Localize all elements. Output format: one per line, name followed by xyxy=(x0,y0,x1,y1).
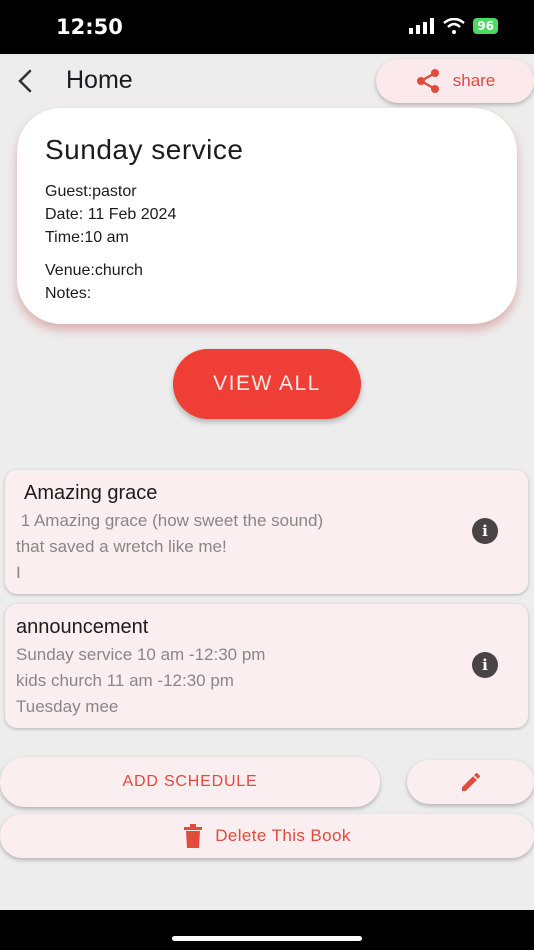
add-schedule-button[interactable]: ADD SCHEDULE xyxy=(0,757,380,807)
page-title: Home xyxy=(66,66,133,94)
back-arrow-icon xyxy=(18,69,32,93)
event-time: Time:10 am xyxy=(45,229,129,246)
song-preview: Sunday service 10 am -12:30 pm kids chur… xyxy=(16,645,266,716)
info-icon[interactable]: i xyxy=(472,652,498,678)
pencil-icon xyxy=(461,772,480,791)
signal-icon xyxy=(409,18,435,34)
event-notes: Notes: xyxy=(45,285,92,302)
share-button[interactable]: share xyxy=(376,59,534,103)
edit-button[interactable] xyxy=(407,760,534,804)
song-title: Amazing grace xyxy=(24,482,158,504)
event-title: Sunday service xyxy=(45,134,244,165)
app-bar: Home share xyxy=(0,54,534,108)
view-all-button[interactable]: VIEW ALL xyxy=(173,349,361,419)
event-guest: Guest:pastor xyxy=(45,183,137,200)
battery-indicator: 96 xyxy=(473,18,498,34)
song-preview: 1 Amazing grace (how sweet the sound) th… xyxy=(16,511,324,582)
delete-book-button[interactable]: Delete This Book xyxy=(0,814,534,858)
info-icon[interactable]: i xyxy=(472,518,498,544)
status-time: 12:50 xyxy=(56,15,123,39)
event-card: Sunday service Guest:pastor Date: 11 Feb… xyxy=(17,108,517,324)
status-icons: 96 xyxy=(409,18,498,34)
event-venue: Venue:church xyxy=(45,262,143,279)
status-bar: 12:50 96 xyxy=(0,0,534,54)
back-button[interactable] xyxy=(10,64,40,98)
trash-icon xyxy=(184,824,203,848)
home-indicator[interactable] xyxy=(172,936,362,941)
song-title: announcement xyxy=(16,616,149,638)
wifi-icon xyxy=(443,18,466,34)
list-item[interactable]: Amazing grace 1 Amazing grace (how sweet… xyxy=(5,470,528,594)
delete-label: Delete This Book xyxy=(215,826,351,845)
share-label: share xyxy=(452,71,496,90)
event-date: Date: 11 Feb 2024 xyxy=(45,206,177,223)
bottom-bar xyxy=(0,910,534,950)
list-item[interactable]: announcement Sunday service 10 am -12:30… xyxy=(5,604,528,728)
share-icon xyxy=(416,69,439,93)
